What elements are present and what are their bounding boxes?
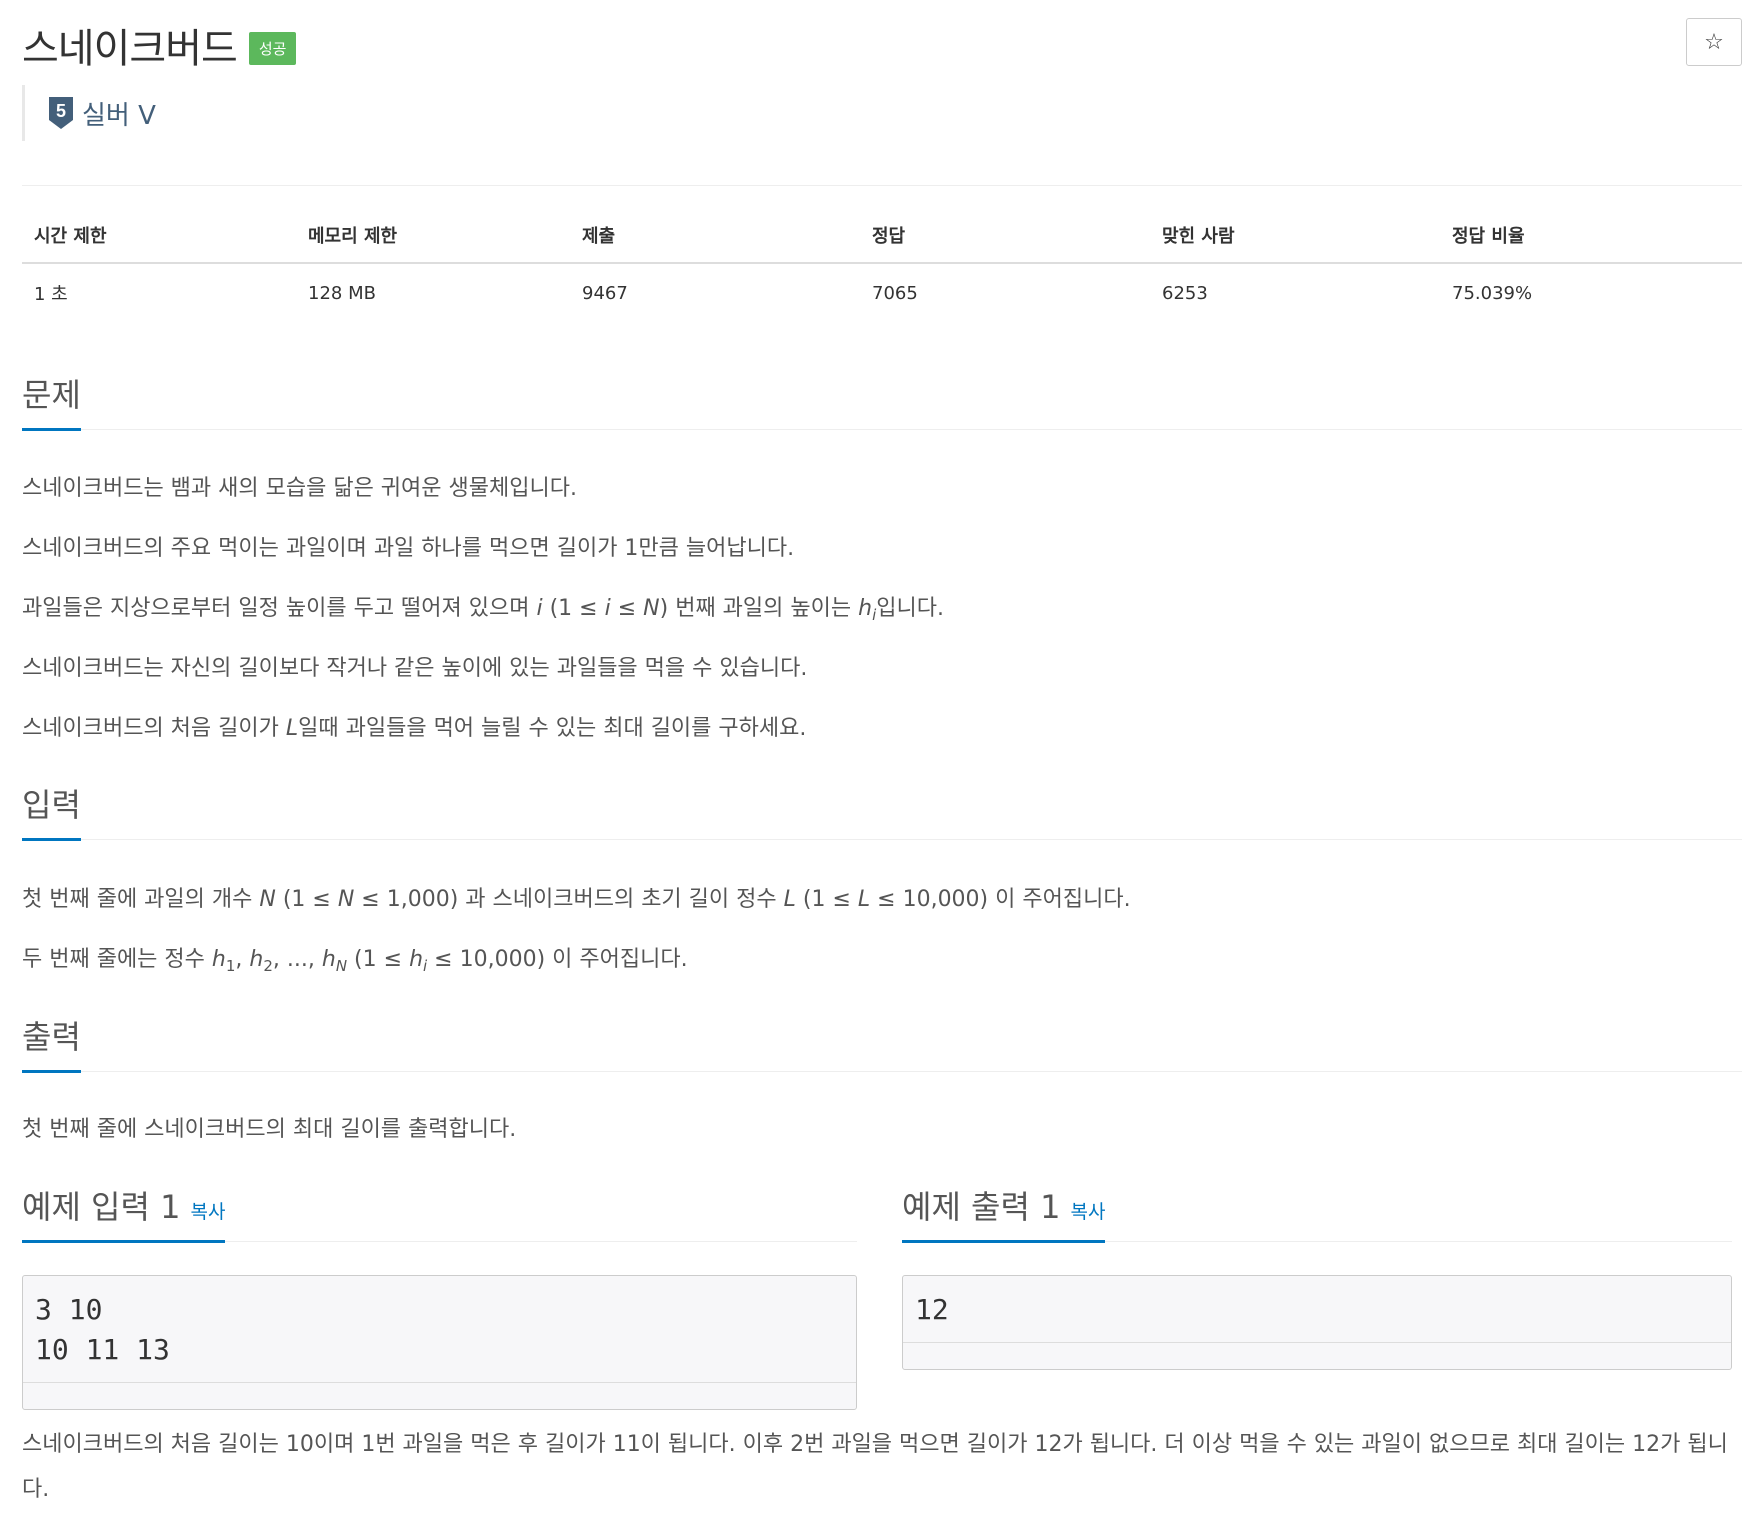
header-submissions: 제출 (570, 222, 860, 264)
input-section-header: 입력 (22, 780, 1742, 841)
output-line-1: 첫 번째 줄에 스네이크버드의 최대 길이를 출력합니다. (22, 1117, 517, 1142)
divider (22, 185, 1742, 186)
problem-page: 스네이크버드 성공 ☆ 5 실버 V 시간 제한 메모리 제한 제출 정답 맞힌… (0, 0, 1754, 1528)
input-line-1: 첫 번째 줄에 과일의 개수 N (1 ≤ N ≤ 1,000) 과 스네이크버… (22, 887, 1131, 912)
output-section-header: 출력 (22, 1012, 1742, 1073)
description-line-5: 스네이크버드의 처음 길이가 L일때 과일들을 먹어 늘릴 수 있는 최대 길이… (22, 716, 807, 741)
input-title: 입력 (22, 780, 81, 841)
example-output-text: 12 (903, 1276, 1731, 1343)
input-line-2: 두 번째 줄에는 정수 h1, h2, ..., hN (1 ≤ hi ≤ 10… (22, 947, 688, 975)
status-badge: 성공 (248, 31, 297, 65)
copy-input-button[interactable]: 복사 (190, 1201, 225, 1223)
tier-block: 5 실버 V (22, 85, 156, 141)
table-row: 1 초 128 MB 9467 7065 6253 75.039% (22, 263, 1742, 306)
description-line-2: 스네이크버드의 주요 먹이는 과일이며 과일 하나를 먹으면 길이가 1만큼 늘… (22, 536, 795, 561)
header-time-limit: 시간 제한 (22, 222, 296, 264)
example-output-box[interactable]: 12 (902, 1275, 1732, 1370)
title-row: 스네이크버드 성공 (22, 16, 297, 74)
tier-label[interactable]: 실버 V (82, 95, 156, 132)
description-line-1: 스네이크버드는 뱀과 새의 모습을 닮은 귀여운 생물체입니다. (22, 476, 577, 501)
example-output-header: 예제 출력 1 복사 (902, 1182, 1732, 1243)
accepted-value[interactable]: 7065 (860, 263, 1150, 306)
star-icon: ☆ (1704, 29, 1724, 55)
example-input-title: 예제 입력 1 (22, 1188, 181, 1226)
example-input-text: 3 10 10 11 13 (23, 1276, 856, 1383)
description-title: 문제 (22, 370, 81, 431)
header-solved-users: 맞힌 사람 (1150, 222, 1440, 264)
example-explanation: 스네이크버드의 처음 길이는 10이며 1번 과일을 먹은 후 길이가 11이 … (22, 1432, 1728, 1502)
copy-output-button[interactable]: 복사 (1070, 1201, 1105, 1223)
time-limit-value: 1 초 (34, 284, 68, 305)
header-memory-limit: 메모리 제한 (296, 222, 570, 264)
favorite-star-button[interactable]: ☆ (1686, 18, 1742, 66)
submissions-value[interactable]: 9467 (570, 263, 860, 306)
example-output-title: 예제 출력 1 (902, 1188, 1061, 1226)
table-header-row: 시간 제한 메모리 제한 제출 정답 맞힌 사람 정답 비율 (22, 222, 1742, 264)
description-section-header: 문제 (22, 370, 1742, 431)
description-line-3: 과일들은 지상으로부터 일정 높이를 두고 떨어져 있으며 i (1 ≤ i ≤… (22, 596, 944, 624)
problem-title: 스네이크버드 (22, 26, 238, 72)
memory-limit-value: 128 MB (308, 282, 376, 304)
header-accept-ratio: 정답 비율 (1440, 222, 1742, 264)
example-input-header: 예제 입력 1 복사 (22, 1182, 857, 1243)
example-input-box[interactable]: 3 10 10 11 13 (22, 1275, 857, 1410)
description-line-4: 스네이크버드는 자신의 길이보다 작거나 같은 높이에 있는 과일들을 먹을 수… (22, 656, 808, 681)
problem-info-table: 시간 제한 메모리 제한 제출 정답 맞힌 사람 정답 비율 1 초 128 M… (22, 222, 1742, 306)
svg-text:5: 5 (56, 101, 66, 121)
header-accepted: 정답 (860, 222, 1150, 264)
accept-ratio-value: 75.039% (1452, 282, 1533, 304)
silver-tier-icon: 5 (49, 97, 73, 129)
output-title: 출력 (22, 1012, 81, 1073)
solved-users-value[interactable]: 6253 (1150, 263, 1440, 306)
